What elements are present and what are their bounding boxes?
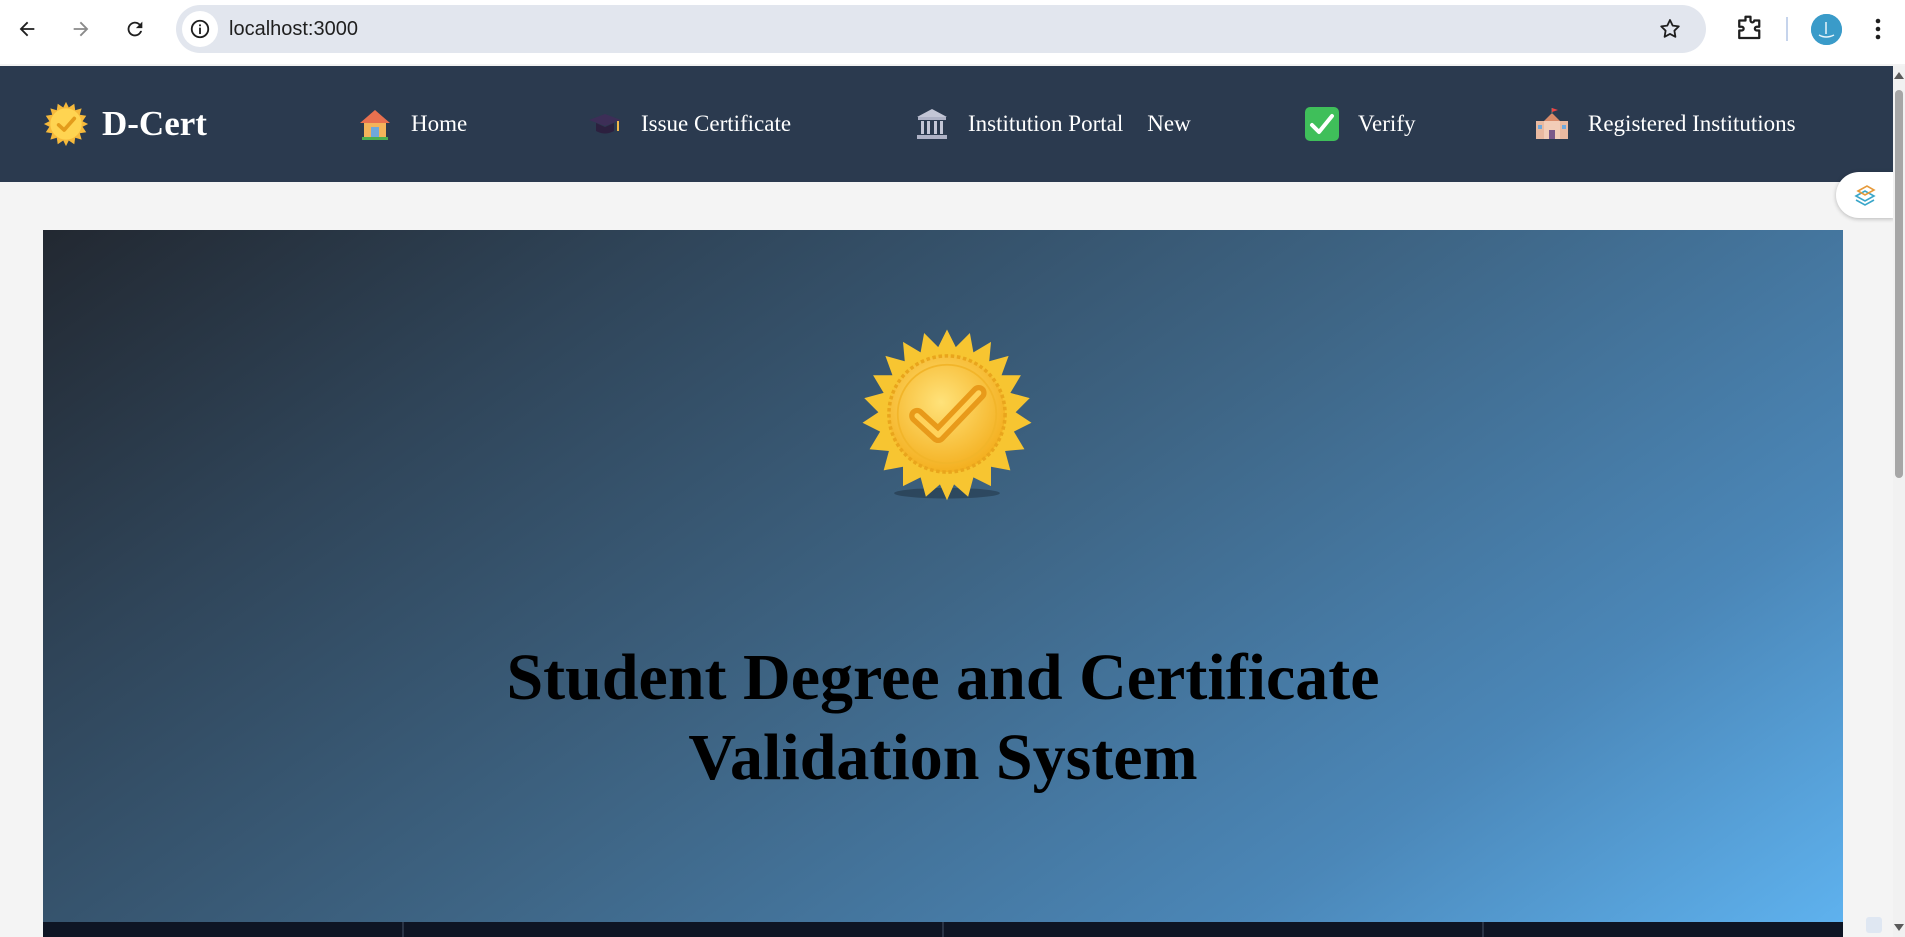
- scroll-up-arrow[interactable]: [1894, 72, 1904, 79]
- nav-home-label: Home: [411, 111, 468, 136]
- nav-home[interactable]: Home: [357, 66, 467, 182]
- nav-institution-portal-label: Institution Portal: [968, 111, 1124, 136]
- layers-icon: [1854, 185, 1876, 206]
- hero-title-line1: Student Degree and Certificate: [506, 641, 1380, 714]
- nav-verify-label: Verify: [1358, 111, 1416, 136]
- nav-institution-portal[interactable]: Institution Portal New: [914, 66, 1191, 182]
- site-info-button[interactable]: [182, 11, 218, 47]
- nav-issue-certificate[interactable]: Issue Certificate: [587, 66, 791, 182]
- brand-name: D-Cert: [102, 104, 207, 143]
- seal-badge-icon: [862, 329, 1032, 501]
- nav-registered-institutions-label: Registered Institutions: [1588, 111, 1796, 136]
- school-icon: [1534, 106, 1570, 142]
- browser-toolbar: localhost:3000: [0, 0, 1905, 64]
- feature-strip: [43, 922, 1843, 937]
- nav-verify[interactable]: Verify: [1304, 66, 1415, 182]
- back-button[interactable]: [10, 12, 44, 46]
- puzzle-icon[interactable]: [1733, 13, 1763, 43]
- address-bar[interactable]: localhost:3000: [176, 5, 1706, 53]
- reload-button[interactable]: [118, 12, 152, 46]
- feature-card: [1484, 922, 1843, 937]
- toolbar-divider: [1786, 17, 1788, 41]
- side-extension-widget[interactable]: [1836, 172, 1894, 218]
- arrow-right-icon: [73, 21, 89, 37]
- info-icon: [190, 19, 210, 39]
- hero-title: Student Degree and Certificate Validatio…: [43, 638, 1843, 798]
- feature-card: [944, 922, 1484, 937]
- hero-title-line2: Validation System: [688, 721, 1198, 794]
- app-navbar: D-Cert Home Issue Certificate Institutio…: [0, 66, 1893, 182]
- page-content: Student Degree and Certificate Validatio…: [0, 182, 1893, 937]
- scrollbar-thumb[interactable]: [1895, 90, 1903, 478]
- feature-card: [43, 922, 404, 937]
- star-icon[interactable]: [1658, 17, 1682, 41]
- arrow-left-icon: [19, 21, 35, 37]
- kebab-icon[interactable]: [1866, 14, 1890, 44]
- page-scrollbar[interactable]: [1893, 66, 1905, 937]
- profile-picture-icon: [1811, 14, 1842, 45]
- url-text[interactable]: localhost:3000: [229, 5, 358, 53]
- scroll-down-arrow[interactable]: [1894, 924, 1904, 931]
- check-box-icon: [1304, 106, 1340, 142]
- graduation-cap-icon: [587, 106, 623, 142]
- hero-banner: Student Degree and Certificate Validatio…: [43, 230, 1843, 937]
- brand-logo[interactable]: D-Cert: [43, 66, 207, 182]
- profile-avatar[interactable]: [1811, 14, 1842, 45]
- corner-checkbox-icon: [1866, 917, 1882, 933]
- nav-issue-certificate-label: Issue Certificate: [641, 111, 792, 136]
- new-badge: New: [1147, 111, 1191, 136]
- bank-building-icon: [914, 106, 950, 142]
- seal-badge-icon: [43, 101, 89, 147]
- reload-icon: [127, 21, 143, 37]
- house-icon: [357, 106, 393, 142]
- nav-registered-institutions[interactable]: Registered Institutions: [1534, 66, 1796, 182]
- forward-button[interactable]: [64, 12, 98, 46]
- feature-card: [404, 922, 944, 937]
